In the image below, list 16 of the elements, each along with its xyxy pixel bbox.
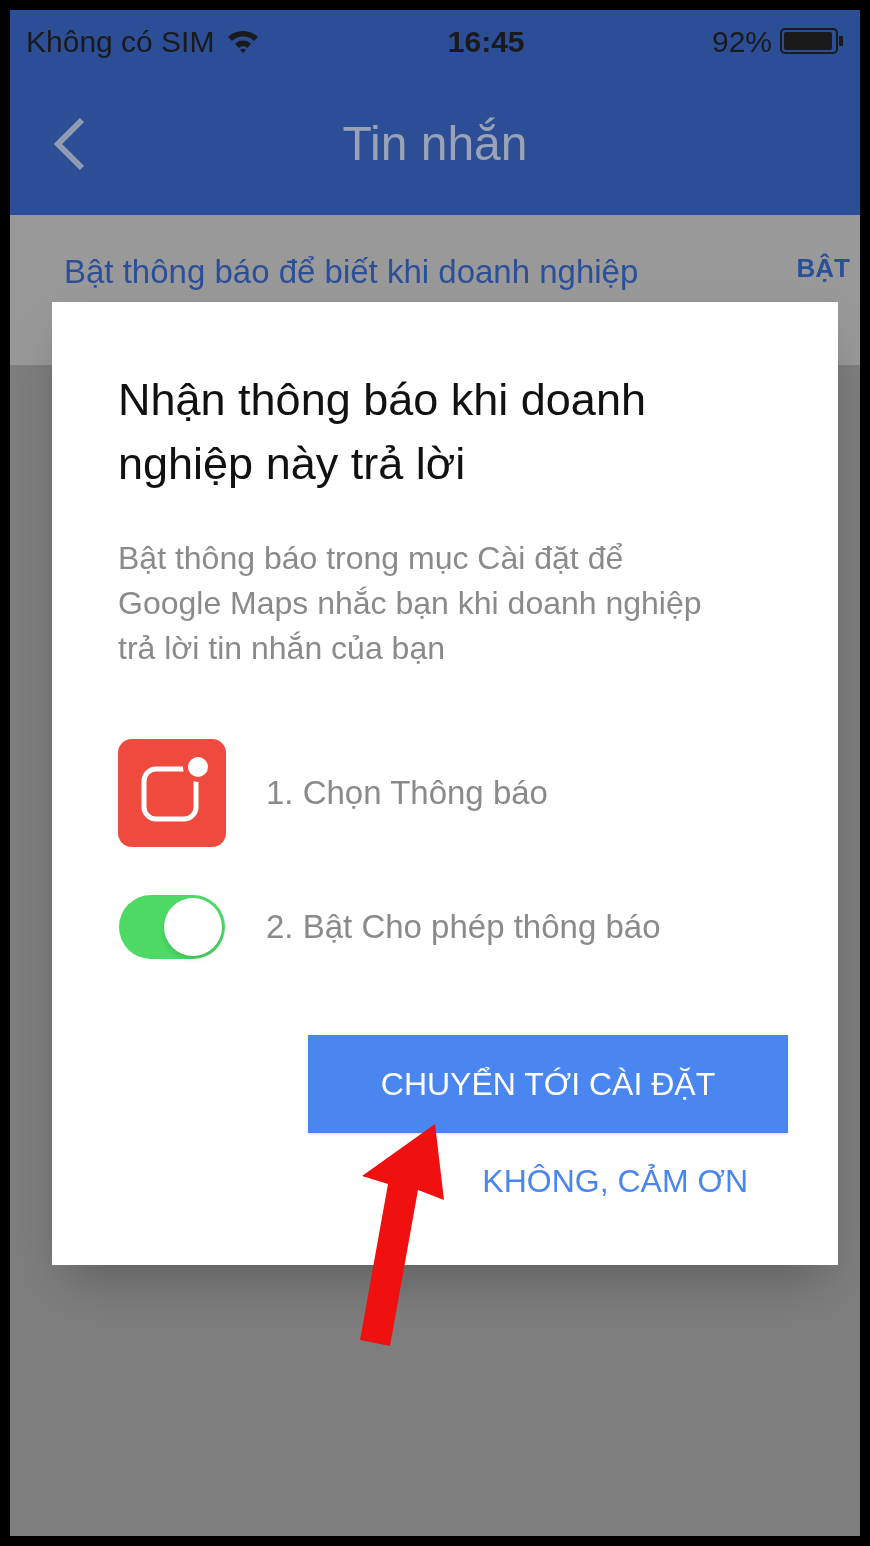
enable-link[interactable]: BẬT <box>796 249 850 288</box>
clock-text: 16:45 <box>447 23 525 60</box>
settings-button[interactable]: CHUYỂN TỚI CÀI ĐẶT <box>308 1035 788 1133</box>
wifi-icon <box>226 28 261 54</box>
dialog-title: Nhận thông báo khi doanh nghiệp này trả lời <box>118 373 647 491</box>
banner-text: Bật thông báo để biết khi doanh nghiệp <box>64 252 639 292</box>
battery-text: 92% <box>711 23 772 60</box>
dismiss-button[interactable]: KHÔNG, CẢM ƠN <box>482 1157 748 1205</box>
step-text: 2. Bật Cho phép thông báo <box>266 907 661 948</box>
carrier-text: Không có SIM <box>26 23 215 60</box>
battery-icon <box>780 28 844 54</box>
header-title: Tin nhắn <box>342 115 528 172</box>
notification-icon <box>118 739 226 847</box>
dialog-body: Bật thông báo trong mục Cài đặt để Google Maps nhắc bạn khi doanh nghiệp trả lời tin nhắn của bạn <box>118 539 703 668</box>
step-text: 1. Chọn Thông báo <box>266 773 548 814</box>
back-icon[interactable] <box>52 116 86 171</box>
